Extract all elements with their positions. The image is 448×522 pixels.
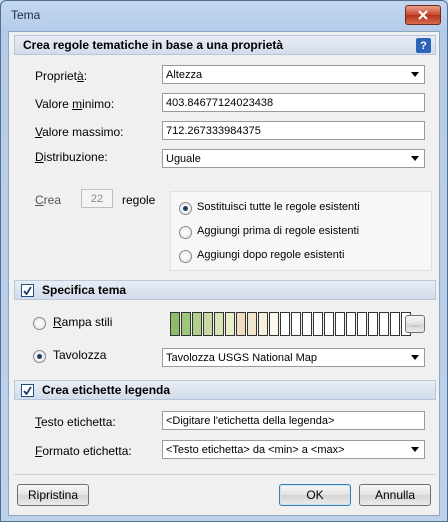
section-title-regole: Crea regole tematiche in base a una prop… xyxy=(23,38,284,52)
ramp-swatch xyxy=(313,312,323,336)
valore-massimo-label: Valore massimo: xyxy=(35,125,124,139)
ramp-swatch xyxy=(335,312,345,336)
option-aggiungi-dopo-label: Aggiungi dopo regole esistenti xyxy=(197,249,345,261)
crea-label: Crea xyxy=(35,193,62,207)
chevron-down-icon xyxy=(411,355,419,360)
proprieta-value: Altezza xyxy=(166,68,203,81)
crea-count-input[interactable]: 22 xyxy=(81,189,113,208)
distribuzione-label: Distribuzione: xyxy=(35,150,108,164)
ramp-swatch xyxy=(390,312,400,336)
formato-etichetta-label: Formato etichetta: xyxy=(35,444,132,458)
radio-aggiungi-prima[interactable] xyxy=(179,226,192,239)
browse-button[interactable]: ... xyxy=(405,315,425,333)
proprieta-dropdown[interactable]: Altezza xyxy=(162,65,425,84)
ramp-swatch xyxy=(225,312,235,336)
window-title: Tema xyxy=(11,8,41,22)
ramp-swatch xyxy=(357,312,367,336)
chevron-down-icon xyxy=(411,72,419,77)
tavolozza-value: Tavolozza USGS National Map xyxy=(166,351,318,364)
dialog-window: Tema Crea regole tematiche in base a una… xyxy=(0,0,448,522)
testo-etichetta-label: Testo etichetta: xyxy=(35,415,116,429)
ramp-swatch xyxy=(181,312,191,336)
formato-etichetta-dropdown[interactable]: <Testo etichetta> da <min> a <max> xyxy=(162,440,425,459)
chevron-down-icon xyxy=(411,447,419,452)
radio-aggiungi-dopo[interactable] xyxy=(179,250,192,263)
close-icon xyxy=(418,10,428,20)
tavolozza-dropdown[interactable]: Tavolozza USGS National Map xyxy=(162,348,425,367)
specifica-tema-checkbox[interactable] xyxy=(21,283,34,297)
crea-etichette-checkbox[interactable] xyxy=(21,383,34,397)
ok-button[interactable]: OK xyxy=(279,484,351,506)
valore-minimo-input[interactable]: 403.84677124023438 xyxy=(162,93,425,112)
checkmark-icon xyxy=(23,386,32,395)
ramp-swatch xyxy=(258,312,268,336)
ramp-swatch xyxy=(302,312,312,336)
ripristina-button[interactable]: Ripristina xyxy=(17,484,89,506)
color-ramp[interactable] xyxy=(170,312,412,336)
annulla-button[interactable]: Annulla xyxy=(359,484,431,506)
ramp-swatch xyxy=(269,312,279,336)
ramp-swatch xyxy=(291,312,301,336)
help-icon[interactable]: ? xyxy=(416,38,431,53)
ramp-swatch xyxy=(170,312,180,336)
radio-tavolozza[interactable] xyxy=(33,350,46,363)
checkmark-icon xyxy=(23,286,32,295)
section-header-regole: Crea regole tematiche in base a una prop… xyxy=(14,35,436,55)
distribuzione-value: Uguale xyxy=(166,152,201,165)
valore-massimo-input[interactable]: 712.267333984375 xyxy=(162,121,425,140)
ramp-swatch xyxy=(192,312,202,336)
ramp-swatch xyxy=(324,312,334,336)
chevron-down-icon xyxy=(411,156,419,161)
testo-etichetta-input[interactable]: <Digitare l'etichetta della legenda> xyxy=(162,411,425,430)
ramp-swatch xyxy=(203,312,213,336)
option-aggiungi-prima-label: Aggiungi prima di regole esistenti xyxy=(197,225,360,237)
close-button[interactable] xyxy=(405,5,441,25)
section-title-legenda: Crea etichette legenda xyxy=(42,383,171,397)
radio-rampa-stili[interactable] xyxy=(33,317,46,330)
formato-etichetta-value: <Testo etichetta> da <min> a <max> xyxy=(166,443,345,456)
radio-sostituisci[interactable] xyxy=(179,202,192,215)
ramp-swatch xyxy=(247,312,257,336)
section-header-legenda: Crea etichette legenda xyxy=(14,380,436,400)
dialog-client: Crea regole tematiche in base a una prop… xyxy=(8,31,440,516)
ramp-swatch xyxy=(280,312,290,336)
valore-minimo-label: Valore minimo: xyxy=(35,97,115,111)
title-bar[interactable]: Tema xyxy=(1,1,447,31)
regole-label: regole xyxy=(122,193,156,207)
section-header-tema: Specifica tema xyxy=(14,280,436,300)
rule-options-group: Sostituisci tutte le regole esistenti Ag… xyxy=(170,191,432,271)
ramp-swatch xyxy=(236,312,246,336)
rampa-stili-label: Rampa stili xyxy=(53,315,113,329)
section-title-tema: Specifica tema xyxy=(42,283,127,297)
ramp-swatch xyxy=(368,312,378,336)
ramp-swatch xyxy=(379,312,389,336)
distribuzione-dropdown[interactable]: Uguale xyxy=(162,149,425,168)
ramp-swatch xyxy=(214,312,224,336)
proprieta-label: Proprietà: xyxy=(35,69,88,83)
option-sostituisci-label: Sostituisci tutte le regole esistenti xyxy=(197,201,360,213)
footer-divider xyxy=(14,474,436,475)
tavolozza-label: Tavolozza xyxy=(53,348,107,362)
ramp-swatch xyxy=(346,312,356,336)
